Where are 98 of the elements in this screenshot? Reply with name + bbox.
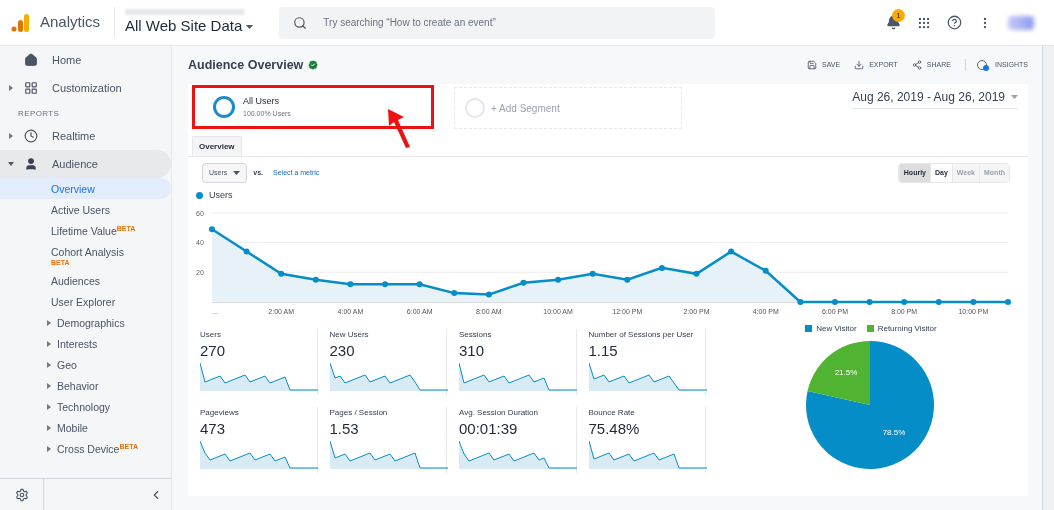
help-icon[interactable] [947, 15, 962, 30]
nav-subitem[interactable]: Cross Device$^{BETA}$ [0, 438, 171, 459]
apps-icon[interactable] [917, 15, 931, 30]
data-point [797, 298, 804, 305]
tab[interactable]: Overview [192, 136, 242, 156]
metric-label: Number of Sessions per User [588, 328, 695, 341]
annotation-arrow [386, 107, 412, 149]
caret-right-icon[interactable] [46, 340, 52, 347]
logo-icon [10, 12, 30, 33]
legend-label: Users [209, 189, 233, 202]
data-point [485, 291, 492, 298]
nav-subitem[interactable]: Overview [0, 178, 171, 199]
nav-item[interactable]: Home [0, 46, 171, 74]
nav-subitem[interactable]: Technology [0, 396, 171, 417]
metric-label: Avg. Session Duration [459, 406, 539, 419]
nav-subitem[interactable]: Geo [0, 354, 171, 375]
caret-right-icon[interactable] [8, 85, 14, 91]
data-point [762, 267, 769, 274]
nav-subitem[interactable]: Audiences [0, 270, 171, 291]
section-label: REPORTS [17, 108, 61, 120]
data-point [520, 279, 527, 286]
caret-down-icon [1011, 95, 1018, 99]
metric-value: 310 [459, 340, 486, 361]
metric-label: Pages / Session [329, 406, 389, 419]
data-point [728, 248, 735, 255]
dashboard-icon [24, 81, 38, 95]
page-title: Audience Overview [188, 56, 304, 74]
caret-down-icon [246, 24, 254, 29]
share-icon [911, 60, 922, 70]
data-point [970, 298, 977, 305]
scrollbar[interactable] [1042, 46, 1054, 510]
data-point [866, 298, 873, 305]
data-point [589, 270, 596, 277]
nav-subitem[interactable]: Behavior [0, 375, 171, 396]
metric-label: Sessions [459, 328, 493, 341]
slice-label: 21.5% [834, 367, 858, 377]
data-point [209, 225, 215, 232]
insights-icon [975, 59, 990, 71]
metric-value: 00:01:39 [459, 418, 519, 439]
caret-down-icon[interactable] [8, 161, 14, 167]
slice-label: 78.5% [882, 427, 906, 437]
metric-label: Pageviews [200, 406, 240, 419]
metric-label: New Users [329, 328, 370, 341]
metric-label: Users [200, 328, 222, 341]
data-point [901, 298, 908, 305]
data-point [693, 270, 700, 277]
home-icon [24, 53, 38, 67]
data-point [416, 280, 423, 287]
caret-right-icon[interactable] [46, 382, 52, 389]
nav-subitem[interactable]: Active Users [0, 199, 171, 220]
caret-right-icon[interactable] [46, 361, 52, 368]
data-point [278, 270, 285, 277]
data-point [347, 280, 354, 287]
nav-item[interactable]: Customization [0, 74, 171, 102]
data-point [831, 298, 838, 305]
settings-icon[interactable] [14, 487, 29, 502]
caret-right-icon[interactable] [46, 319, 52, 326]
save-icon [807, 60, 817, 70]
clock-icon [24, 129, 38, 143]
data-point [451, 289, 458, 296]
product-name: Analytics [40, 12, 101, 33]
search-icon [293, 15, 308, 30]
nav-subitem[interactable]: Mobile [0, 417, 171, 438]
nav-item[interactable]: Realtime [0, 122, 171, 150]
metric-value: 230 [329, 340, 356, 361]
data-point [312, 276, 319, 283]
metric-label: Bounce Rate [588, 406, 636, 419]
legend-label: New Visitor [816, 322, 857, 335]
metric-value: 75.48% [588, 418, 641, 439]
nav-subitem[interactable]: User Explorer [0, 291, 171, 312]
data-point [555, 276, 562, 283]
data-point [382, 280, 389, 287]
export-icon [854, 60, 865, 70]
caret-right-icon[interactable] [46, 424, 52, 431]
data-point [624, 276, 631, 283]
date-range-picker[interactable]: Aug 26, 2019 - Aug 26, 2019 [852, 88, 1018, 109]
caret-right-icon[interactable] [8, 133, 14, 139]
nav-item[interactable]: Audience [0, 150, 171, 178]
metric-value: 1.15 [588, 340, 619, 361]
metric-value: 1.53 [329, 418, 360, 439]
search-field[interactable]: Try searching “How to create an event” [279, 6, 716, 39]
person-icon [24, 157, 38, 171]
nav-subitem[interactable]: Lifetime Value$^{BETA}$ [0, 220, 171, 241]
caret-right-icon[interactable] [46, 403, 52, 410]
data-point [935, 298, 942, 305]
legend-label: Returning Visitor [877, 322, 937, 335]
nav-subitem[interactable]: Interests [0, 333, 171, 354]
nav-subitem[interactable]: Demographics [0, 312, 171, 333]
view-selector[interactable]: All Web Site Data [125, 15, 254, 38]
data-point [243, 248, 250, 255]
data-point [1005, 298, 1011, 305]
metric-value: 270 [200, 340, 227, 361]
verified-icon [307, 59, 320, 71]
data-point [658, 264, 665, 271]
metric-value: 473 [200, 418, 227, 439]
caret-right-icon[interactable] [46, 445, 52, 452]
notification-badge: 1 [892, 9, 905, 22]
caret-down-icon [233, 171, 241, 175]
